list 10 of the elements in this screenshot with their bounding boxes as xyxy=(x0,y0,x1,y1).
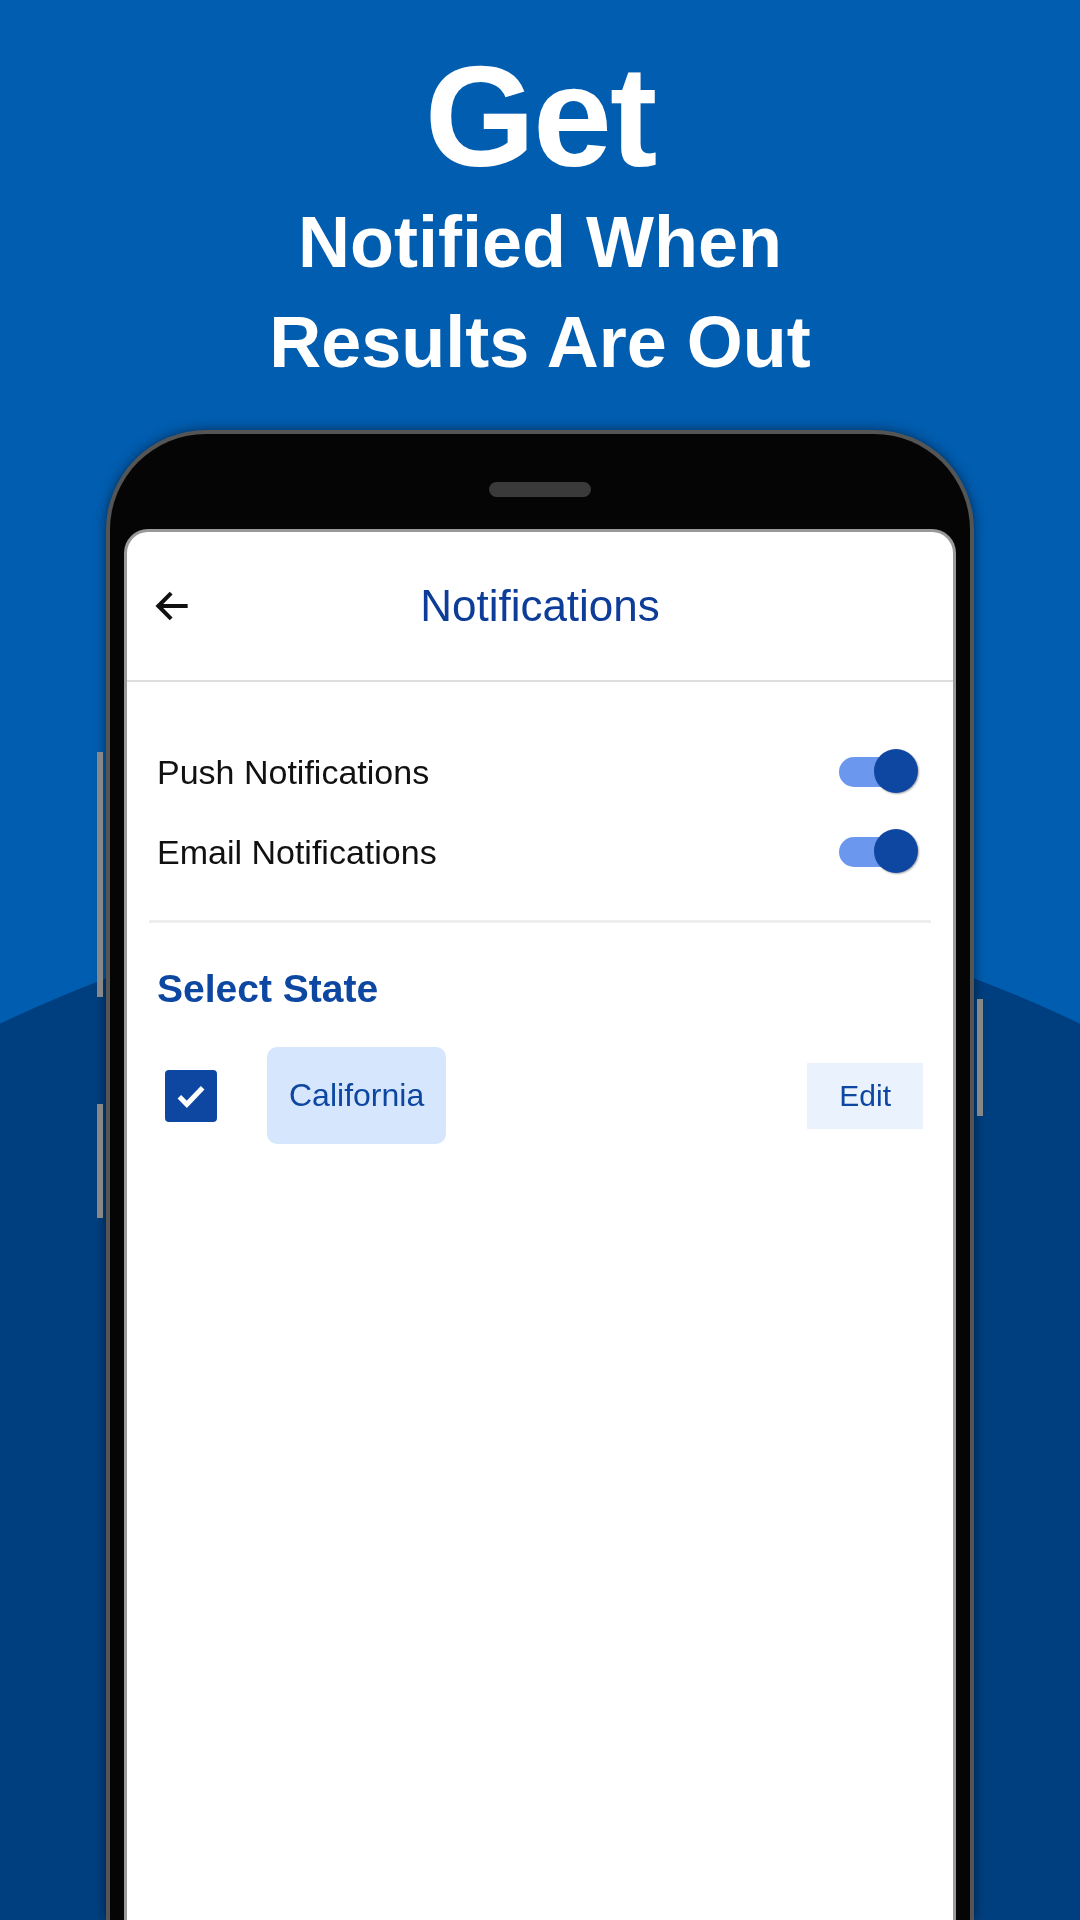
edit-button[interactable]: Edit xyxy=(807,1062,923,1129)
screen-title: Notifications xyxy=(419,581,661,631)
headline-subtitle: Notified When xyxy=(298,201,782,284)
checkbox[interactable] xyxy=(165,1069,217,1122)
setting-label: Push Notifications xyxy=(157,752,430,792)
section-title: Select State xyxy=(157,967,380,1011)
headline-title: Get xyxy=(424,42,656,192)
headline-subtitle: Results Are Out xyxy=(269,301,811,384)
setting-label: Email Notifications xyxy=(157,832,437,872)
state-chip[interactable]: California xyxy=(267,1047,447,1144)
